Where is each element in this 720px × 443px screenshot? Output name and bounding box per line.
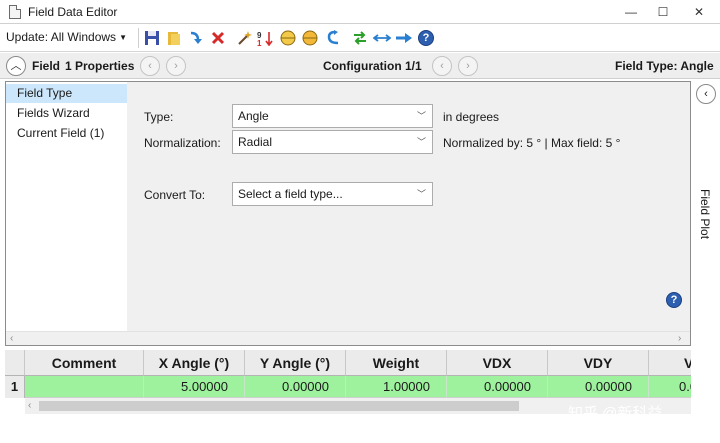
horizontal-scrollbar[interactable]: ‹ › [6,331,690,345]
type-select[interactable]: Angle ﹀ [232,104,433,128]
chevron-down-icon: ▼ [119,33,127,43]
collapse-up-icon[interactable]: ︿ [6,56,26,76]
chevron-down-icon: ﹀ [416,189,426,199]
type-label: Type: [144,110,174,124]
column-header-vdy[interactable]: VDY [548,350,649,376]
grid-corner [5,350,25,376]
field-plot-label: Field Plot [698,189,712,240]
cell-vcx[interactable]: 0.0 [649,376,691,398]
document-icon [9,5,21,19]
field-properties-label: 1 Properties [65,59,135,73]
delete-x-icon[interactable] [208,28,228,48]
watermark: 知乎 @新科益 [568,405,663,422]
field-ellipse-icon[interactable] [278,28,298,48]
scroll-left-icon[interactable]: ‹ [28,400,31,411]
update-label: Update: All Windows [6,30,117,44]
cell-y-angle[interactable]: 0.00000 [245,376,346,398]
chevron-down-icon: ﹀ [416,137,426,147]
help-question-icon: ? [418,30,434,46]
nav-item-current-field[interactable]: Current Field (1) [6,124,127,143]
cell-vdx[interactable]: 0.00000 [447,376,548,398]
normalization-label: Normalization: [144,136,221,150]
close-button[interactable]: ✕ [688,2,710,22]
prev-field-button[interactable]: ‹ [140,56,160,76]
update-dropdown[interactable]: Update: All Windows ▼ [6,30,127,44]
normalization-note: Normalized by: 5 ° | Max field: 5 ° [443,136,621,150]
cell-weight[interactable]: 1.00000 [346,376,447,398]
left-nav: Field Type Fields Wizard Current Field (… [6,82,127,331]
row-number[interactable]: 1 [5,376,25,398]
normalization-select[interactable]: Radial ﹀ [232,130,433,154]
properties-bar: ︿ Field 1 Properties ‹ › Configuration 1… [0,53,720,79]
magic-wand-icon[interactable] [234,28,254,48]
type-value: Angle [238,109,269,123]
right-arrow-icon[interactable] [394,28,414,48]
sort-91-icon[interactable]: 91 [256,28,276,48]
configuration-label: Configuration 1/1 [323,59,422,73]
toolbar: Update: All Windows ▼ 91 ? [0,24,720,52]
nav-item-fields-wizard[interactable]: Fields Wizard [6,104,127,123]
field-plot-side-panel[interactable]: ‹ Field Plot [692,81,720,346]
field-type-label: Field Type: Angle [615,59,714,73]
convert-label: Convert To: [144,188,206,202]
scroll-thumb[interactable] [39,401,519,411]
column-header-vcx[interactable]: V [649,350,691,376]
field-label: Field [32,59,61,73]
maximize-button[interactable]: ☐ [652,2,674,22]
title-bar: Field Data Editor — ☐ ✕ [0,0,720,24]
nav-item-field-type[interactable]: Field Type [6,84,127,103]
minimize-button[interactable]: — [620,2,642,22]
cell-x-angle[interactable]: 5.00000 [144,376,245,398]
chevron-down-icon: ﹀ [416,111,426,121]
next-field-button[interactable]: › [166,56,186,76]
properties-panel: Field Type Fields Wizard Current Field (… [5,81,691,346]
column-header-y-angle[interactable]: Y Angle (°) [245,350,346,376]
type-suffix: in degrees [443,110,500,124]
expand-left-icon[interactable]: ‹ [696,84,716,104]
field-ellipse-yellow-icon[interactable] [300,28,320,48]
help-icon[interactable]: ? [666,292,682,308]
undo-arrow-icon[interactable] [324,28,344,48]
column-header-weight[interactable]: Weight [346,350,447,376]
svg-text:1: 1 [257,39,262,46]
open-folder-icon[interactable] [164,28,184,48]
next-config-button[interactable]: › [458,56,478,76]
double-arrow-icon[interactable] [372,28,392,48]
column-header-x-angle[interactable]: X Angle (°) [144,350,245,376]
prev-config-button[interactable]: ‹ [432,56,452,76]
column-header-vdx[interactable]: VDX [447,350,548,376]
window-title: Field Data Editor [28,5,118,19]
toolbar-divider [138,28,139,48]
import-arrow-icon[interactable] [186,28,206,48]
convert-placeholder: Select a field type... [238,187,343,201]
swap-green-icon[interactable] [350,28,370,48]
convert-select[interactable]: Select a field type... ﹀ [232,182,433,206]
cell-comment[interactable] [25,376,144,398]
scroll-left-icon[interactable]: ‹ [10,333,13,344]
save-icon[interactable] [142,28,162,48]
scroll-right-icon[interactable]: › [678,333,681,344]
help-icon[interactable]: ? [416,28,436,48]
column-header-comment[interactable]: Comment [25,350,144,376]
cell-vdy[interactable]: 0.00000 [548,376,649,398]
normalization-value: Radial [238,135,273,149]
